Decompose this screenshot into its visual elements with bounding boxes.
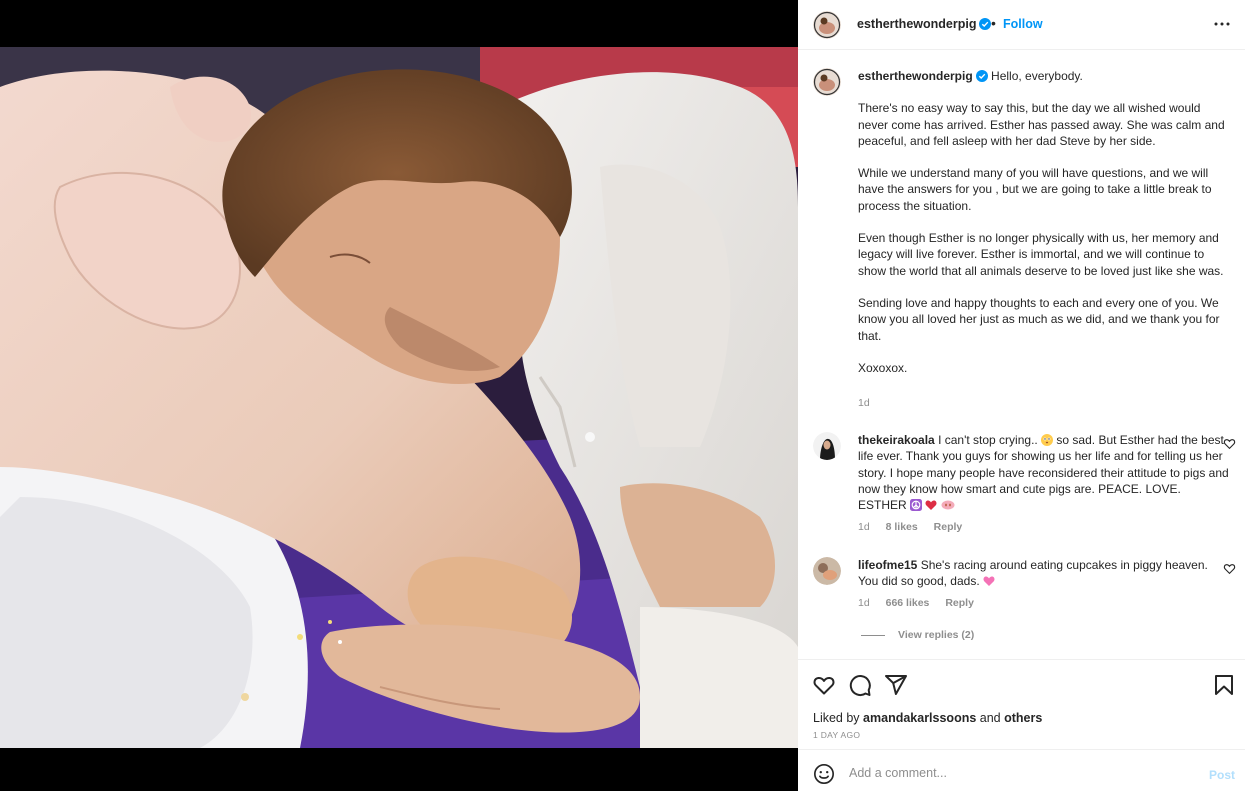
commenter-avatar[interactable] — [813, 432, 841, 460]
commenter-avatar[interactable] — [813, 557, 841, 585]
author-username[interactable]: estherthewonderpig — [857, 17, 992, 31]
post-time-ago[interactable]: 1 DAY AGO — [813, 730, 860, 740]
verified-badge-icon — [979, 18, 992, 30]
post-sidebar: estherthewonderpig • Follow estherthewon… — [798, 0, 1245, 791]
pink-heart-icon — [983, 576, 995, 587]
reply-button[interactable]: Reply — [945, 597, 974, 609]
pig-nose-icon — [941, 500, 955, 510]
caption-paragraph: Sending love and happy thoughts to each … — [858, 295, 1220, 343]
reply-button[interactable]: Reply — [934, 521, 963, 533]
comment-input[interactable] — [849, 761, 1189, 785]
comments-section[interactable]: estherthewonderpig Hello, everybody. The… — [798, 51, 1245, 659]
author-avatar[interactable] — [813, 11, 841, 39]
peace-symbol-icon — [910, 499, 923, 512]
post-header: estherthewonderpig • Follow — [798, 0, 1245, 50]
caption-paragraph: While we understand many of you will hav… — [858, 166, 1212, 213]
media-panel — [0, 0, 798, 791]
caption-author-avatar[interactable] — [813, 68, 841, 96]
caption-paragraph: Xoxoxox. — [858, 360, 908, 375]
commenter-username[interactable]: lifeofme15 — [858, 558, 917, 572]
post-caption: estherthewonderpig Hello, everybody. The… — [858, 68, 1230, 376]
view-replies-line — [861, 634, 885, 636]
comment-text: lifeofme15 She's racing around eating cu… — [858, 558, 1208, 589]
follow-button[interactable]: Follow — [1003, 17, 1043, 31]
liked-by-others[interactable]: others — [1004, 711, 1042, 725]
comment-likes[interactable]: 666 likes — [886, 597, 930, 609]
comment-time[interactable]: 1d — [858, 597, 870, 609]
more-options-icon[interactable] — [1213, 15, 1231, 33]
action-bar: Liked by amandakarlssoons and others 1 D… — [798, 659, 1245, 749]
share-send-icon[interactable] — [884, 673, 908, 697]
view-replies-button[interactable]: View replies (2) — [861, 629, 974, 641]
caption-paragraph: Even though Esther is no longer physical… — [858, 231, 1224, 278]
comment-like-icon[interactable] — [1223, 437, 1236, 450]
comment-like-icon[interactable] — [1223, 562, 1236, 575]
comment-meta: 1d 8 likes Reply — [858, 521, 975, 533]
comment-meta: 1d 666 likes Reply — [858, 597, 987, 609]
comment-text: thekeirakoala I can't stop crying.. so s… — [858, 433, 1229, 513]
save-bookmark-icon[interactable] — [1212, 673, 1236, 697]
comment-bubble-icon[interactable] — [848, 673, 872, 697]
caption-paragraph: There's no easy way to say this, but the… — [858, 101, 1225, 148]
instagram-post-modal: estherthewonderpig • Follow estherthewon… — [0, 0, 1245, 791]
photo-illustration — [0, 47, 798, 748]
verified-badge-icon — [975, 70, 988, 82]
liked-by-user[interactable]: amandakarlssoons — [863, 711, 976, 725]
post-photo[interactable] — [0, 47, 798, 748]
emoji-smile-icon[interactable] — [813, 763, 835, 785]
add-comment-bar: Post — [798, 749, 1245, 791]
comment-likes[interactable]: 8 likes — [886, 521, 918, 533]
like-heart-icon[interactable] — [812, 673, 836, 697]
caption-username[interactable]: estherthewonderpig — [858, 69, 988, 83]
liked-by-text: Liked by amandakarlssoons and others — [813, 711, 1043, 725]
caption-timestamp[interactable]: 1d — [858, 397, 870, 409]
flushed-face-icon — [1041, 434, 1054, 446]
caption-greeting: Hello, everybody. — [991, 69, 1083, 83]
separator-dot: • — [991, 15, 996, 31]
comment-time[interactable]: 1d — [858, 521, 870, 533]
post-comment-button[interactable]: Post — [1209, 768, 1235, 782]
commenter-username[interactable]: thekeirakoala — [858, 433, 935, 447]
red-heart-icon — [925, 500, 937, 511]
